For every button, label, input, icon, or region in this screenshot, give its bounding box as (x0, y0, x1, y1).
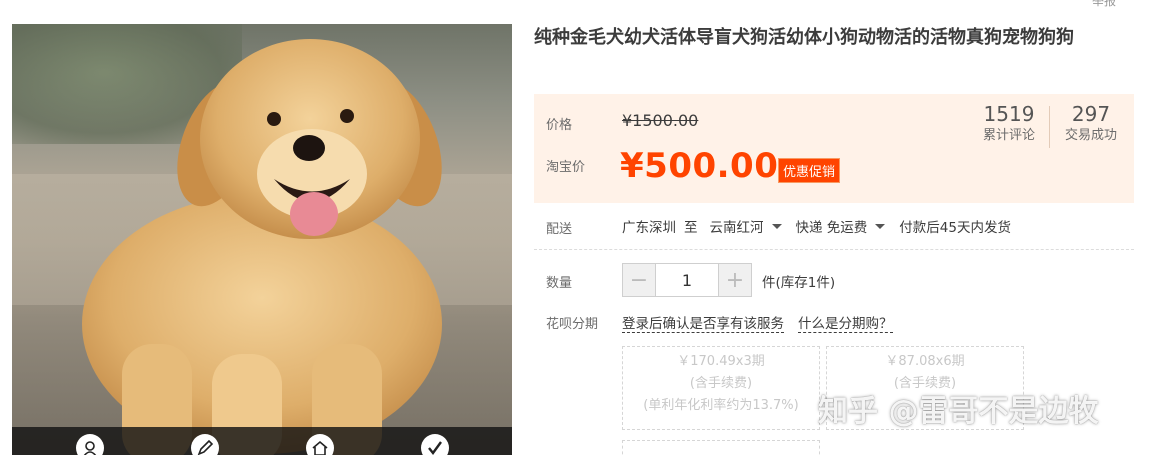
delivery-label: 配送 (546, 222, 573, 237)
stock-text: 件(库存1件) (762, 275, 836, 291)
reviews-label: 累计评论 (982, 128, 1035, 143)
delivery-method[interactable]: 快递 免运费 (796, 216, 868, 236)
report-link[interactable]: 举报 (1092, 0, 1116, 9)
image-toolbar (12, 427, 512, 455)
delivery-destination[interactable]: 云南红河 (710, 216, 764, 236)
original-price: ¥1500.00 (622, 111, 699, 130)
quantity-label: 数量 (546, 276, 573, 291)
plan-fee: (含手续费) (689, 376, 753, 391)
chevron-down-icon[interactable] (771, 223, 782, 229)
quantity-input[interactable]: 1 (656, 263, 718, 297)
price-label: 价格 (546, 118, 573, 133)
deals-count: 297 (1071, 102, 1111, 126)
installment-plan-more[interactable] (622, 440, 820, 455)
installment-plan-3[interactable]: ￥170.49x3期 (含手续费) (单利年化利率约为13.7%) (622, 346, 820, 430)
deals-stat: 297 交易成功 (1056, 102, 1126, 146)
product-image[interactable] (12, 24, 512, 455)
decrease-button[interactable]: − (622, 263, 656, 297)
delivery-from: 广东深圳 (622, 220, 676, 236)
edit-icon[interactable] (190, 434, 219, 455)
current-price: ¥500.00 (620, 146, 779, 186)
promo-badge[interactable]: 优惠促销 (778, 158, 841, 183)
what-is-installment-link[interactable]: 什么是分期购？ (798, 312, 893, 333)
reviews-stat[interactable]: 1519 累计评论 (974, 102, 1044, 146)
plan-amount: ￥87.08x6期 (885, 354, 965, 369)
installment-label: 花呗分期 (546, 317, 599, 332)
home-icon[interactable] (305, 434, 334, 455)
dispatch-time: 付款后45天内发货 (899, 220, 1011, 236)
increase-button[interactable]: + (718, 263, 752, 297)
product-title: 纯种金毛犬幼犬活体导盲犬狗活幼体小狗动物活的活物真狗宠物狗狗 (534, 27, 1074, 48)
login-link[interactable]: 登录后确认是否享有该服务 (622, 312, 784, 333)
taobao-price-label: 淘宝价 (546, 160, 586, 175)
chevron-down-icon[interactable] (875, 223, 886, 229)
installment-info: 登录后确认是否享有该服务 什么是分期购？ (622, 312, 893, 333)
plan-rate: (单利年化利率约为13.7%) (643, 398, 799, 413)
plan-amount: ￥170.49x3期 (677, 354, 765, 369)
price-panel: 价格 ¥1500.00 淘宝价 ¥500.00 优惠促销 1519 累计评论 2… (534, 94, 1134, 203)
reviews-count: 1519 (983, 102, 1035, 126)
delivery-to-word: 至 (684, 220, 698, 236)
puppy-photo (82, 39, 442, 455)
delivery-row: 广东深圳 至 云南红河 快递 免运费 付款后45天内发货 (622, 216, 1019, 236)
deals-label: 交易成功 (1064, 128, 1117, 143)
avatar-icon[interactable] (75, 434, 104, 455)
quantity-stepper: − 1 + (622, 263, 752, 297)
check-icon[interactable] (420, 434, 449, 455)
watermark: 知乎 @雷哥不是边牧 (818, 394, 1099, 429)
